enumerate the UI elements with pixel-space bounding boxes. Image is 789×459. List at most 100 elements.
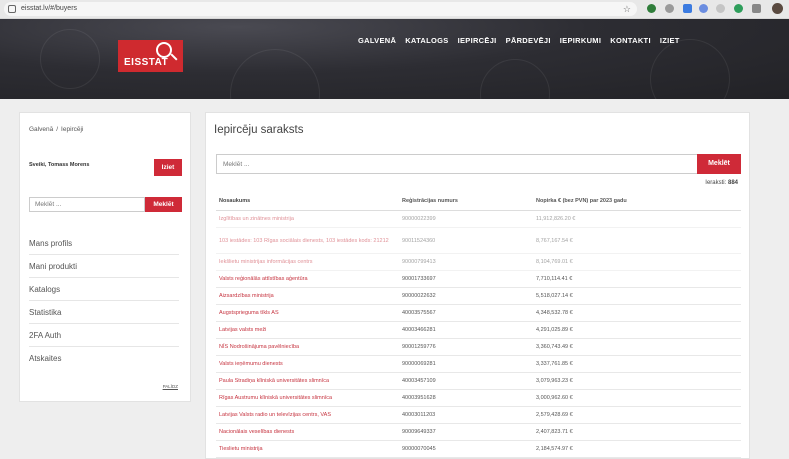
- buyer-name-link[interactable]: Valsts reģionālās attīstības aģentūra: [216, 276, 399, 282]
- column-header-amount[interactable]: Nopirka € (bez PVN) par 2023 gadu: [533, 198, 741, 204]
- reg-number: 90000022632: [402, 293, 436, 299]
- purchase-amount: 11,912,826.20 €: [536, 216, 576, 222]
- table-row: Iekšlietu ministrijas informācijas centr…: [216, 254, 741, 271]
- table-row: Valsts reģionālās attīstības aģentūra 900…: [216, 271, 741, 288]
- buyer-name-link[interactable]: Aizsardzības ministrija: [216, 293, 399, 299]
- reg-number: 90001259776: [402, 344, 436, 350]
- buyer-name-link[interactable]: Valsts ieņēmumu dienests: [216, 361, 399, 367]
- sidebar-item-products[interactable]: Mani produkti: [29, 255, 179, 278]
- nav-item-iepirkumi[interactable]: IEPIRKUMI: [560, 36, 601, 45]
- table-row: Rīgas Austrumu klīniskā universitātes sl…: [216, 390, 741, 407]
- site-settings-icon[interactable]: [8, 5, 16, 13]
- extension-icon[interactable]: [665, 4, 674, 13]
- breadcrumb-home[interactable]: Galvenā: [29, 126, 53, 133]
- table-row: Aizsardzības ministrija 90000022632 5,518,…: [216, 288, 741, 305]
- magnifier-icon: [156, 42, 172, 58]
- table-row: 103 iestādes: 103 Rīgas sociālais dienes…: [216, 228, 741, 254]
- reg-number: 40003466281: [402, 327, 436, 333]
- sidebar-item-reports[interactable]: Atskaites: [29, 347, 179, 370]
- table-row: Nacionālais veselības dienests 9000964933…: [216, 424, 741, 441]
- buyer-name-link[interactable]: 103 iestādes: 103 Rīgas sociālais dienes…: [216, 238, 399, 244]
- purchase-amount: 5,518,027.14 €: [536, 293, 573, 299]
- extension-icon[interactable]: [716, 4, 725, 13]
- extension-icon[interactable]: [647, 4, 656, 13]
- table-row: Latvijas Valsts radio un televīzijas cen…: [216, 407, 741, 424]
- nav-item-galvena[interactable]: GALVENĀ: [358, 36, 396, 45]
- buyer-name-link[interactable]: Latvijas Valsts radio un televīzijas cen…: [216, 412, 399, 418]
- purchase-amount: 8,767,167.54 €: [536, 237, 573, 244]
- logout-button[interactable]: Iziet: [154, 159, 182, 176]
- sidebar-item-catalog[interactable]: Katalogs: [29, 278, 179, 301]
- buyer-name-link[interactable]: NĪS Nodrošinājuma pavēlniecība: [216, 344, 399, 350]
- help-link[interactable]: PALĪDZ: [163, 384, 178, 389]
- nav-item-iepirceji[interactable]: IEPIRCĒJI: [458, 36, 497, 45]
- purchase-amount: 8,104,769.01 €: [536, 259, 573, 265]
- purchase-amount: 7,710,114.41 €: [536, 276, 573, 282]
- profile-avatar[interactable]: [772, 3, 783, 14]
- sidebar-item-statistics[interactable]: Statistika: [29, 301, 179, 324]
- sidebar-item-2fa[interactable]: 2FA Auth: [29, 324, 179, 347]
- browser-bar: eisstat.lv/#/buyers ☆: [0, 0, 789, 19]
- address-bar[interactable]: eisstat.lv/#/buyers ☆: [4, 2, 637, 16]
- buyers-table: Nosaukums Reģistrācijas numurs Nopirka €…: [216, 192, 741, 458]
- reg-number: 90000799413: [402, 259, 436, 265]
- table-row: Valsts ieņēmumu dienests 90000069281 3,337…: [216, 356, 741, 373]
- page-title: Iepircēju saraksts: [214, 124, 304, 136]
- sidebar-search-input[interactable]: [29, 197, 145, 212]
- nav-item-iziet[interactable]: IZIET: [660, 36, 680, 45]
- reg-number: 90000022399: [402, 216, 436, 222]
- sidebar-item-profile[interactable]: Mans profils: [29, 232, 179, 255]
- purchase-amount: 3,079,963.23 €: [536, 378, 573, 384]
- table-row: Paula Stradiņa klīniskā universitātes sl…: [216, 373, 741, 390]
- bookmark-star-icon[interactable]: ☆: [623, 2, 631, 16]
- buyer-name-link[interactable]: Rīgas Austrumu klīniskā universitātes sl…: [216, 395, 399, 401]
- reg-number: 90001733697: [402, 276, 436, 282]
- buyers-search-input[interactable]: [216, 154, 698, 174]
- table-row: Augstsprieguma tīkls AS 40003575567 4,348,…: [216, 305, 741, 322]
- buyer-name-link[interactable]: Paula Stradiņa klīniskā universitātes sl…: [216, 378, 399, 384]
- purchase-amount: 3,000,962.60 €: [536, 395, 573, 401]
- buyers-search-button[interactable]: Meklēt: [697, 154, 741, 174]
- buyer-name-link[interactable]: Augstsprieguma tīkls AS: [216, 310, 399, 316]
- buyer-name-link[interactable]: Izglītības un zinātnes ministrija: [216, 216, 399, 222]
- buyer-name-link[interactable]: Tieslietu ministrija: [216, 446, 399, 452]
- nav-item-katalogs[interactable]: KATALOGS: [405, 36, 448, 45]
- record-count-label: Ieraksti:: [705, 180, 727, 186]
- reg-number: 90009649337: [402, 429, 436, 435]
- record-count: Ieraksti: 884: [705, 180, 738, 186]
- reg-number: 90000070045: [402, 446, 436, 452]
- purchase-amount: 3,337,761.85 €: [536, 361, 573, 367]
- buyer-name-link[interactable]: Iekšlietu ministrijas informācijas centr…: [216, 259, 399, 265]
- table-row: Tieslietu ministrija 90000070045 2,184,574…: [216, 441, 741, 458]
- extension-icon[interactable]: [699, 4, 708, 13]
- sidebar-search-button[interactable]: Meklēt: [145, 197, 182, 212]
- user-greeting: Sveiki, Tomass Morens: [29, 162, 90, 168]
- logo-text: EISSTAT: [124, 57, 169, 68]
- reg-number: 40003575567: [402, 310, 436, 316]
- table-row: NĪS Nodrošinājuma pavēlniecība 9000125977…: [216, 339, 741, 356]
- buyer-name-link[interactable]: Nacionālais veselības dienests: [216, 429, 399, 435]
- purchase-amount: 3,360,743.49 €: [536, 344, 573, 350]
- sidebar: Galvenā / Iepircēji Sveiki, Tomass Morens …: [19, 112, 191, 402]
- extension-icon[interactable]: [683, 4, 692, 13]
- extensions-puzzle-icon[interactable]: [752, 4, 761, 13]
- column-header-reg[interactable]: Reģistrācijas numurs: [399, 198, 533, 204]
- reg-number: 90000069281: [402, 361, 436, 367]
- breadcrumb: Galvenā / Iepircēji: [29, 126, 84, 133]
- buyer-name-link[interactable]: Latvijas valsts meži: [216, 327, 399, 333]
- purchase-amount: 4,348,532.78 €: [536, 310, 573, 316]
- reg-number: 40003951628: [402, 395, 436, 401]
- breadcrumb-current: Iepircēji: [61, 126, 84, 133]
- reg-number: 90011524360: [402, 237, 436, 244]
- column-header-name[interactable]: Nosaukums: [216, 198, 399, 204]
- url-text: eisstat.lv/#/buyers: [21, 5, 78, 12]
- nav-item-pardeveji[interactable]: PĀRDEVĒJI: [506, 36, 551, 45]
- table-row: Izglītības un zinātnes ministrija 9000002…: [216, 211, 741, 228]
- nav-item-kontakti[interactable]: KONTAKTI: [610, 36, 651, 45]
- extension-icon[interactable]: [734, 4, 743, 13]
- main-nav: GALVENĀ KATALOGS IEPIRCĒJI PĀRDEVĒJI IEP…: [358, 36, 680, 45]
- site-logo[interactable]: EISSTAT: [118, 40, 183, 72]
- site-header: EISSTAT GALVENĀ KATALOGS IEPIRCĒJI PĀRDE…: [0, 19, 789, 99]
- purchase-amount: 2,579,428.69 €: [536, 412, 573, 418]
- record-count-value: 884: [727, 180, 738, 186]
